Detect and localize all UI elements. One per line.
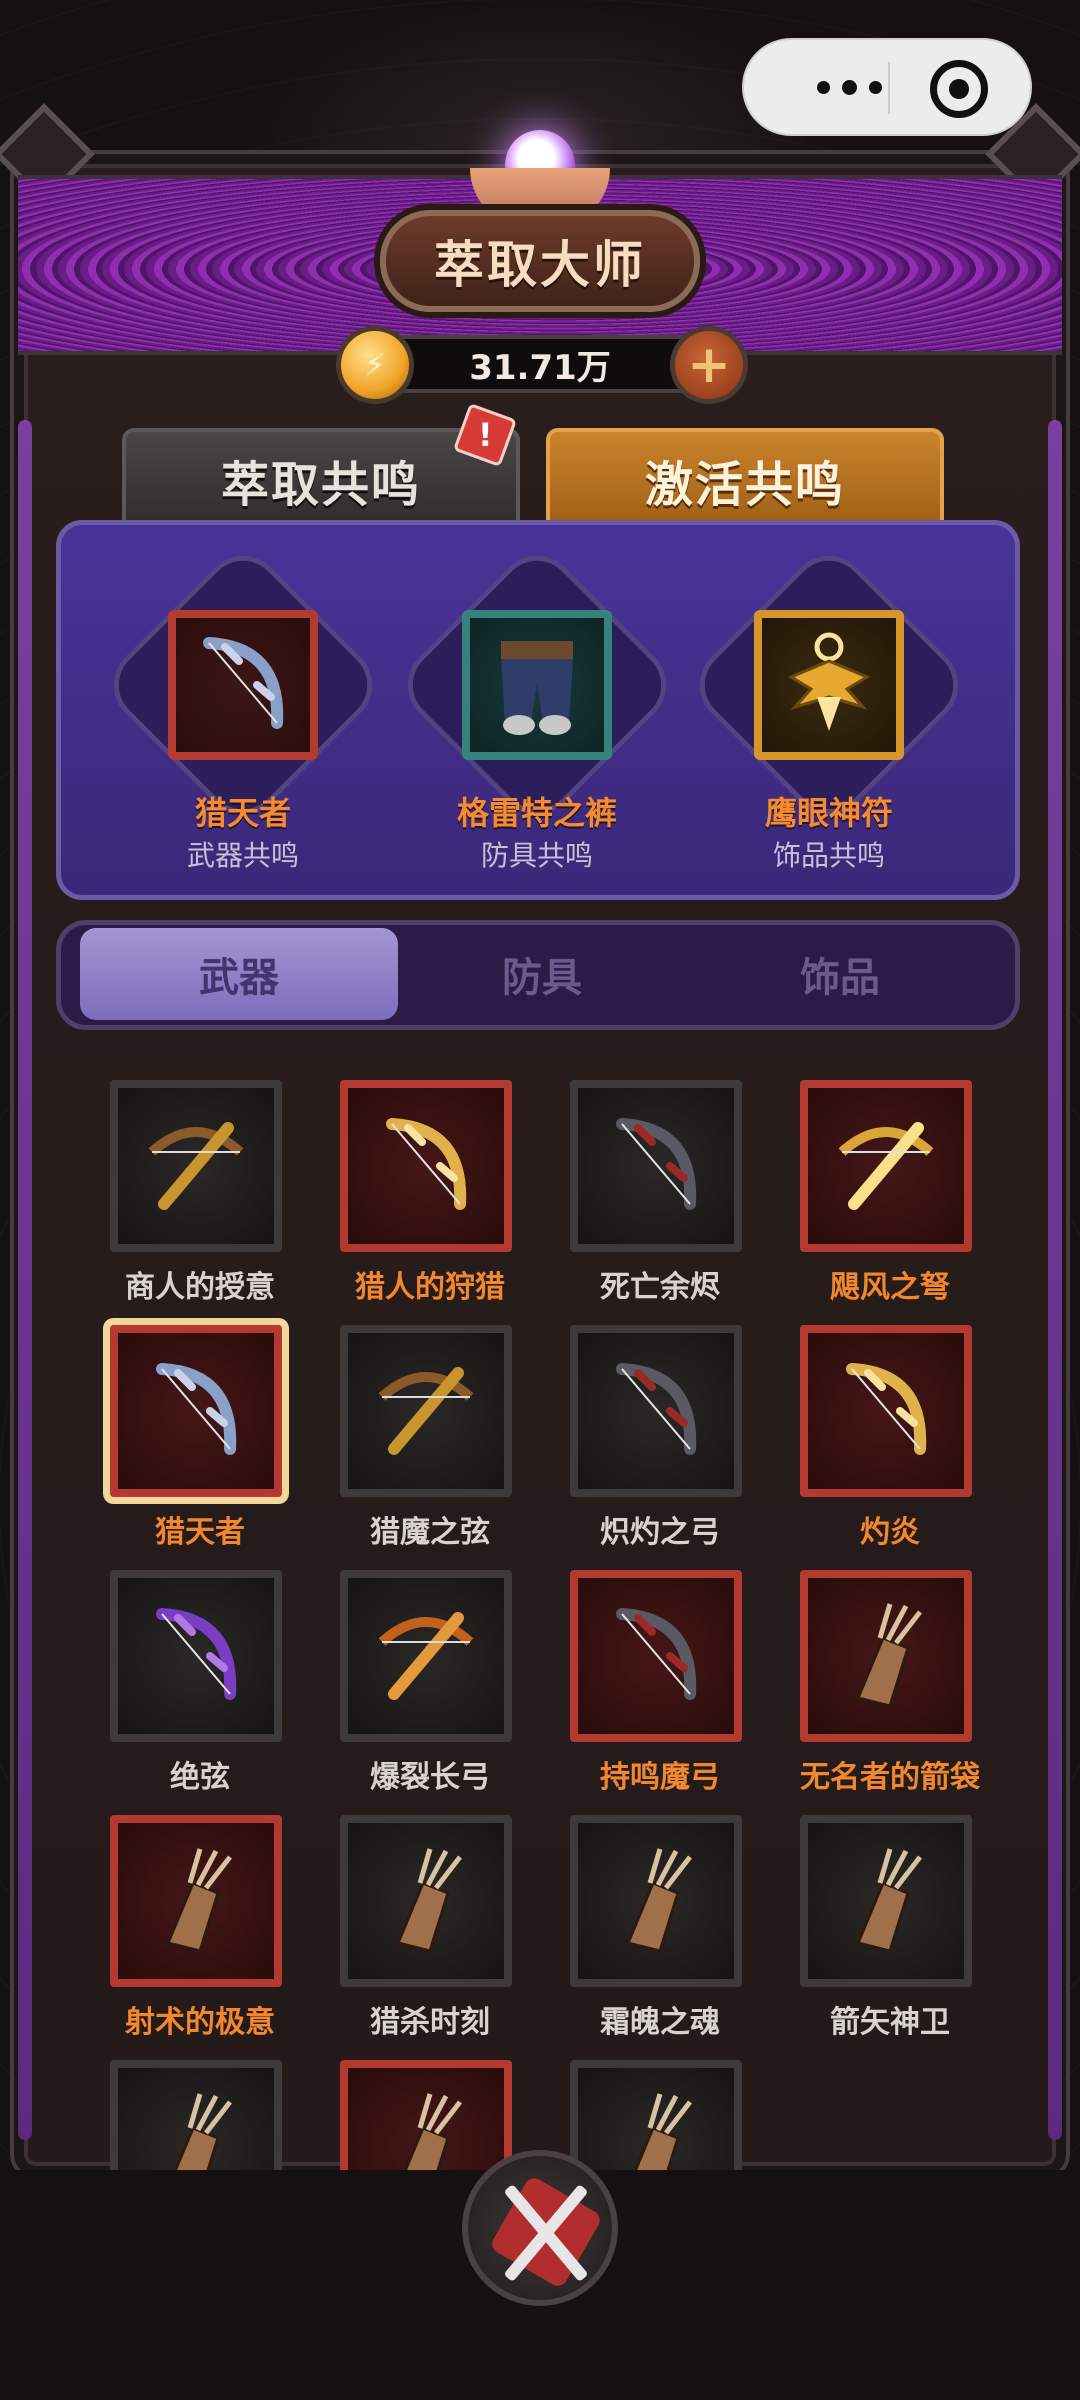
item-name: 炽灼之弓 (600, 1515, 720, 1550)
resonance-slot[interactable] (97, 539, 389, 831)
item-name: 霜魄之魂 (600, 2005, 720, 2040)
item-name: 箭矢神卫 (830, 2005, 950, 2040)
item-frame (570, 1815, 742, 1987)
gold-coin-icon: ⚡ (336, 326, 414, 404)
eagle-amulet-icon (771, 627, 887, 743)
miniprogram-capsule (742, 38, 1032, 136)
close-miniprogram-button[interactable] (930, 60, 988, 118)
item-name: 猎杀时刻 (370, 2005, 490, 2040)
item-frame (570, 1080, 742, 1252)
quiver-icon (598, 1843, 714, 1959)
close-emblem-button[interactable] (462, 2150, 618, 2306)
quiver-icon (368, 1843, 484, 1959)
pants-icon (479, 627, 595, 743)
bow-icon (185, 627, 301, 743)
quiver-icon (828, 1598, 944, 1714)
item-name: 猎魔之弦 (370, 1515, 490, 1550)
resonance-item-name: 猎天者 (194, 794, 291, 832)
item-name: 爆裂长弓 (370, 1760, 490, 1795)
tab-activate-resonance[interactable]: 激活共鸣 (546, 428, 944, 532)
filter-tab-armor[interactable]: 防具 (382, 928, 702, 1020)
item-frame (340, 1325, 512, 1497)
item-frame (110, 1570, 282, 1742)
item-frame (570, 1570, 742, 1742)
bow-icon (138, 1353, 254, 1469)
resonance-item-frame (754, 610, 904, 760)
item-name: 绝弦 (170, 1760, 230, 1795)
golden-bow-icon (368, 1108, 484, 1224)
currency-display: 31.71万 (360, 335, 720, 393)
resonance-item-name: 鹰眼神符 (764, 794, 893, 832)
left-side-bar (18, 420, 32, 2140)
currency-amount: 31.71万 (469, 347, 611, 388)
golden-crossbow-icon (828, 1108, 944, 1224)
item-name: 猎天者 (155, 1515, 245, 1550)
resonance-type-label: 防具共鸣 (480, 839, 593, 872)
resonance-type-label: 饰品共鸣 (772, 839, 885, 872)
filter-tab-accessory[interactable]: 饰品 (680, 928, 1000, 1020)
item-frame (800, 1570, 972, 1742)
item-name: 商人的授意 (125, 1270, 275, 1305)
item-frame (110, 1080, 282, 1252)
item-name: 持鸣魔弓 (600, 1760, 720, 1795)
more-options-button[interactable] (784, 40, 914, 134)
item-frame (340, 1570, 512, 1742)
orange-crossbow-icon (368, 1598, 484, 1714)
page-title: 萃取大师 (380, 210, 700, 312)
quiver-icon (138, 1843, 254, 1959)
resonance-item-frame (168, 610, 318, 760)
item-frame (340, 1815, 512, 1987)
capsule-divider (888, 62, 890, 114)
dark-bow-icon (598, 1108, 714, 1224)
purple-bow-icon (138, 1598, 254, 1714)
item-name: 飓风之弩 (830, 1270, 950, 1305)
resonance-slot[interactable] (391, 539, 683, 831)
item-frame (110, 1325, 282, 1497)
crossbow-icon (138, 1108, 254, 1224)
item-name: 猎人的狩猎 (355, 1270, 505, 1305)
item-frame (340, 1080, 512, 1252)
item-name: 死亡余烬 (600, 1270, 720, 1305)
resonance-item-name: 格雷特之裤 (456, 794, 617, 832)
item-frame (800, 1080, 972, 1252)
item-frame (110, 1815, 282, 1987)
item-name: 无名者的箭袋 (800, 1760, 980, 1795)
crossbow-icon (368, 1353, 484, 1469)
dark-bow-icon (598, 1353, 714, 1469)
resonance-slot[interactable] (683, 539, 975, 831)
dark-bow-icon (598, 1598, 714, 1714)
right-side-bar (1048, 420, 1062, 2140)
item-frame (570, 1325, 742, 1497)
add-currency-button[interactable]: + (670, 326, 748, 404)
quiver-icon (828, 1843, 944, 1959)
filter-tab-weapon[interactable]: 武器 (80, 928, 398, 1020)
item-name: 射术的极意 (125, 2005, 275, 2040)
golden-bow-icon (828, 1353, 944, 1469)
item-name: 灼炎 (860, 1515, 920, 1550)
item-frame (800, 1325, 972, 1497)
resonance-item-frame (462, 610, 612, 760)
resonance-type-label: 武器共鸣 (186, 839, 299, 872)
item-frame (800, 1815, 972, 1987)
